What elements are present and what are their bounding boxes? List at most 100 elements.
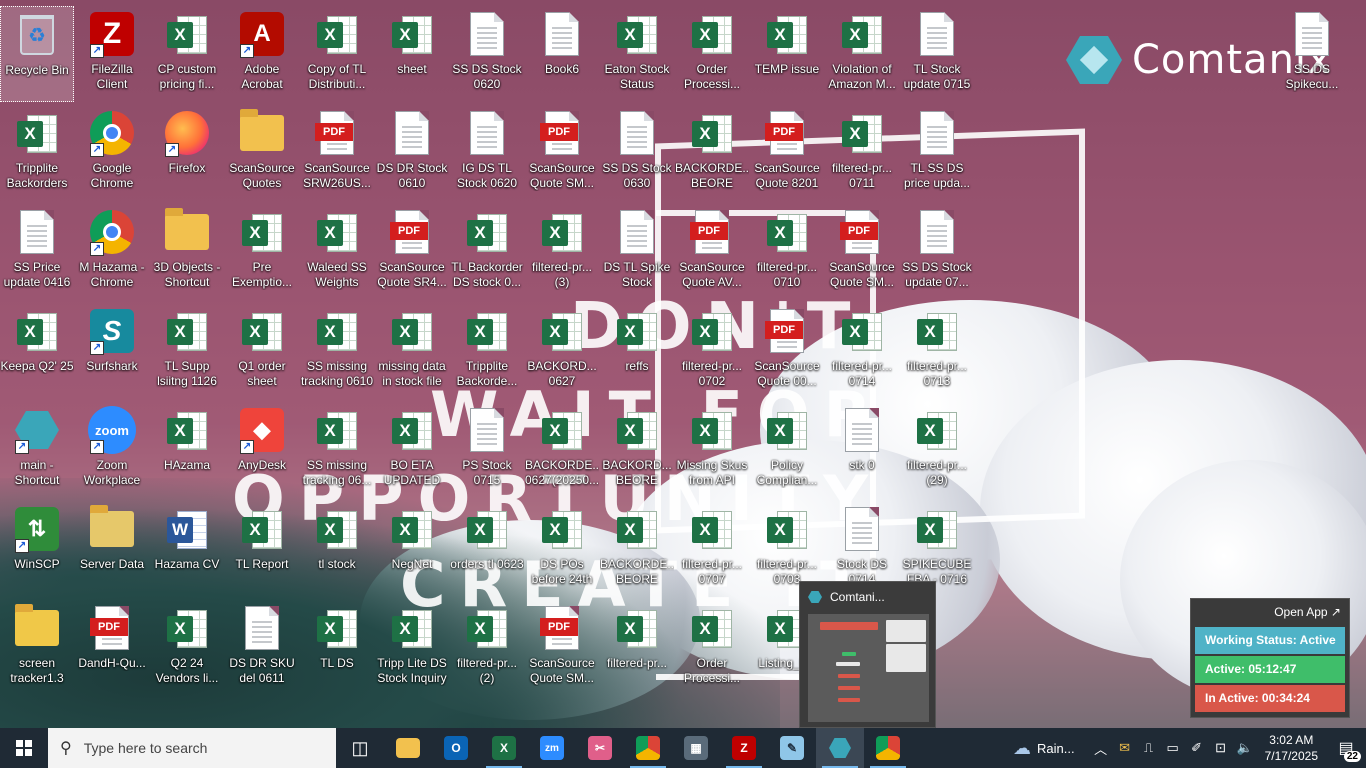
desktop-icon-filtered-pr[interactable]: Xfiltered-pr...: [600, 600, 674, 696]
desktop-icon-anydesk[interactable]: ◆ ↗ AnyDesk: [225, 402, 299, 498]
desktop-icon-hazama[interactable]: X HAzama: [150, 402, 224, 498]
desktop-icon-ss-ds-spikecu[interactable]: SS DS Spikecu...: [1275, 6, 1349, 102]
desktop-icon-book6[interactable]: Book6: [525, 6, 599, 102]
desktop-icon-scansource-quote-sm[interactable]: PDF ScanSource Quote SM...: [825, 204, 899, 300]
desktop-icon-filtered-pr-29[interactable]: Xfiltered-pr... (29): [900, 402, 974, 498]
excel-button[interactable]: X: [480, 728, 528, 768]
desktop-icon-temp-issue[interactable]: X TEMP issue: [750, 6, 824, 102]
desktop-icon-tripp-lite-ds-stock-inquiry[interactable]: X Tripp Lite DS Stock Inquiry: [375, 600, 449, 696]
desktop-icon-pre-exemptio[interactable]: X Pre Exemptio...: [225, 204, 299, 300]
desktop-icon-filtered-pr-2[interactable]: Xfiltered-pr... (2): [450, 600, 524, 696]
desktop-icon-tl-ds[interactable]: X TL DS: [300, 600, 374, 696]
desktop-icon-ps-stock-0715[interactable]: PS Stock 0715: [450, 402, 524, 498]
desktop-icon-negnet[interactable]: X NegNet: [375, 501, 449, 597]
desktop-icon-ds-tl-spike-stock[interactable]: DS TL Spike Stock: [600, 204, 674, 300]
desktop-icon-ss-price-update-0416[interactable]: SS Price update 0416: [0, 204, 74, 300]
desktop-icon-backorde-0627-20250[interactable]: X BACKORDE... 0627(20250...: [525, 402, 599, 498]
desktop-icon-orders-tl-0623[interactable]: Xorders tl 0623: [450, 501, 524, 597]
desktop-icon-tl-supp-lsiitng-1126[interactable]: X TL Supp lsiitng 1126: [150, 303, 224, 399]
desktop-icon-scansource-quote-sr4[interactable]: PDF ScanSource Quote SR4...: [375, 204, 449, 300]
desktop-icon-order-processi[interactable]: X Order Processi...: [675, 6, 749, 102]
desktop-icon-dandh-qu[interactable]: PDF DandH-Qu...: [75, 600, 149, 696]
usb-icon[interactable]: ⎍: [1137, 728, 1161, 768]
notification-center-button[interactable]: ▤ 22: [1326, 728, 1366, 768]
desktop-icon-ds-pos-before-24th[interactable]: X DS POs before 24th: [525, 501, 599, 597]
desktop-icon-tl-ss-ds-price-upda[interactable]: TL SS DS price upda...: [900, 105, 974, 201]
desktop-icon-tripplite-backorders[interactable]: X Tripplite Backorders: [0, 105, 74, 201]
desktop-icon-missing-skus-from-api[interactable]: X Missing Skus from API: [675, 402, 749, 498]
desktop-icon-backorde-beore-23r[interactable]: X BACKORDE... BEORE 23R...: [675, 105, 749, 201]
desktop-icon-m-hazama-chrome[interactable]: ↗ M Hazama - Chrome: [75, 204, 149, 300]
desktop-icon-backord-0627[interactable]: X BACKORD... 0627: [525, 303, 599, 399]
desktop-icon-scansource-quote-00[interactable]: PDF ScanSource Quote 00...: [750, 303, 824, 399]
desktop-icon-filtered-pr-0702[interactable]: Xfiltered-pr... 0702: [675, 303, 749, 399]
pen-icon[interactable]: ✐: [1185, 728, 1209, 768]
desktop-icon-ig-ds-tl-stock-0620[interactable]: IG DS TL Stock 0620: [450, 105, 524, 201]
calculator-button[interactable]: ▦: [672, 728, 720, 768]
snipping-tool-button[interactable]: ✂: [576, 728, 624, 768]
desktop-icon-zoom-workplace[interactable]: zoom ↗ Zoom Workplace: [75, 402, 149, 498]
desktop-icon-server-data[interactable]: Server Data: [75, 501, 149, 597]
desktop-icon-firefox[interactable]: ↗ Firefox: [150, 105, 224, 201]
weather-widget[interactable]: ☁ Rain...: [1013, 738, 1089, 759]
desktop-icon-missing-data-in-stock-file[interactable]: Xmissing data in stock file: [375, 303, 449, 399]
start-button[interactable]: [0, 728, 48, 768]
desktop-icon-scansource-quote-sm[interactable]: PDF ScanSource Quote SM...: [525, 105, 599, 201]
clock[interactable]: 3:02 AM 7/17/2025: [1257, 732, 1326, 764]
desktop-icon-3d-objects-shortcut[interactable]: 3D Objects - Shortcut: [150, 204, 224, 300]
desktop-icon-backord-beore-23r[interactable]: X BACKORD... BEORE 23R...: [600, 402, 674, 498]
desktop-icon-q2-24-vendors-li[interactable]: X Q2 24 Vendors li...: [150, 600, 224, 696]
desktop-icon-scansource-quotes[interactable]: ScanSource Quotes: [225, 105, 299, 201]
desktop-icon-q1-order-sheet[interactable]: X Q1 order sheet: [225, 303, 299, 399]
desktop-icon-ss-missing-tracking-06[interactable]: X SS missing tracking 06...: [300, 402, 374, 498]
desktop-icon-google-chrome[interactable]: ↗ Google Chrome: [75, 105, 149, 201]
desktop-icon-ds-dr-sku-del-0611[interactable]: DS DR SKU del 0611: [225, 600, 299, 696]
filezilla-button[interactable]: Z: [720, 728, 768, 768]
desktop-icon-tl-report[interactable]: X TL Report: [225, 501, 299, 597]
desktop-icon-hazama-cv[interactable]: W Hazama CV: [150, 501, 224, 597]
desktop-icon-scansource-srw26us[interactable]: PDF ScanSource SRW26US...: [300, 105, 374, 201]
desktop-icon-recycle-bin[interactable]: ♻ Recycle Bin: [0, 6, 74, 102]
desktop-icon-adobe-acrobat[interactable]: A ↗ Adobe Acrobat: [225, 6, 299, 102]
outlook-button[interactable]: O: [432, 728, 480, 768]
desktop-icon-surfshark[interactable]: S ↗ Surfshark: [75, 303, 149, 399]
volume-icon[interactable]: 🔈: [1233, 728, 1257, 768]
desktop-icon-stk-0[interactable]: stk 0: [825, 402, 899, 498]
chrome-button[interactable]: [864, 728, 912, 768]
notepad-button[interactable]: ✎: [768, 728, 816, 768]
desktop-icon-filtered-pr-3[interactable]: Xfiltered-pr... (3): [525, 204, 599, 300]
desktop-icon-keepa-q2-25[interactable]: X Keepa Q2' 25: [0, 303, 74, 399]
desktop-icon-filtered-pr-0711[interactable]: Xfiltered-pr... 0711: [825, 105, 899, 201]
network-icon[interactable]: ⊡: [1209, 728, 1233, 768]
desktop-icon-tl-backorder-ds-stock-0[interactable]: X TL Backorder DS stock 0...: [450, 204, 524, 300]
desktop-icon-ds-dr-stock-0610[interactable]: DS DR Stock 0610: [375, 105, 449, 201]
desktop-icon-policy-complian[interactable]: X Policy Complian...: [750, 402, 824, 498]
open-app-link[interactable]: Open App ↗: [1195, 603, 1345, 625]
desktop-icon-reffs[interactable]: Xreffs: [600, 303, 674, 399]
search-input[interactable]: ⚲ Type here to search: [48, 728, 336, 768]
desktop-icon-scansource-quote-av[interactable]: PDF ScanSource Quote AV...: [675, 204, 749, 300]
desktop-icon-tripplite-backorde[interactable]: X Tripplite Backorde...: [450, 303, 524, 399]
desktop-icon-filezilla-client[interactable]: Z ↗ FileZilla Client: [75, 6, 149, 102]
comtanix-button[interactable]: [816, 728, 864, 768]
desktop-icon-filtered-pr-0714[interactable]: Xfiltered-pr... 0714: [825, 303, 899, 399]
task-view-button[interactable]: ◫: [336, 728, 384, 768]
mail-icon[interactable]: ✉: [1113, 728, 1137, 768]
desktop-icon-main-shortcut[interactable]: ↗ main - Shortcut: [0, 402, 74, 498]
desktop-icon-ss-ds-stock-0620[interactable]: SS DS Stock 0620: [450, 6, 524, 102]
desktop-icon-ss-ds-stock-0630[interactable]: SS DS Stock 0630: [600, 105, 674, 201]
desktop-icon-eaton-stock-status[interactable]: X Eaton Stock Status: [600, 6, 674, 102]
desktop-icon-scansource-quote-8201[interactable]: PDF ScanSource Quote 8201: [750, 105, 824, 201]
desktop-icon-order-processi[interactable]: X Order Processi...: [675, 600, 749, 696]
desktop-icon-scansource-quote-sm[interactable]: PDF ScanSource Quote SM...: [525, 600, 599, 696]
desktop-icon-filtered-pr-0710[interactable]: Xfiltered-pr... 0710: [750, 204, 824, 300]
desktop-icon-screen-tracker1-3[interactable]: screen tracker1.3: [0, 600, 74, 696]
desktop-icon-violation-of-amazon-m[interactable]: X Violation of Amazon M...: [825, 6, 899, 102]
desktop-icon-bo-eta-updated[interactable]: X BO ETA UPDATED: [375, 402, 449, 498]
desktop-icon-ss-ds-stock-update-07[interactable]: SS DS Stock update 07...: [900, 204, 974, 300]
taskbar-preview[interactable]: Comtani...: [799, 581, 936, 728]
desktop-icon-filtered-pr-0707[interactable]: Xfiltered-pr... 0707: [675, 501, 749, 597]
desktop-icon-waleed-ss-weights[interactable]: X Waleed SS Weights: [300, 204, 374, 300]
desktop-icon-copy-of-tl-distributi[interactable]: X Copy of TL Distributi...: [300, 6, 374, 102]
desktop-icon-tl-stock-update-0715[interactable]: TL Stock update 0715: [900, 6, 974, 102]
